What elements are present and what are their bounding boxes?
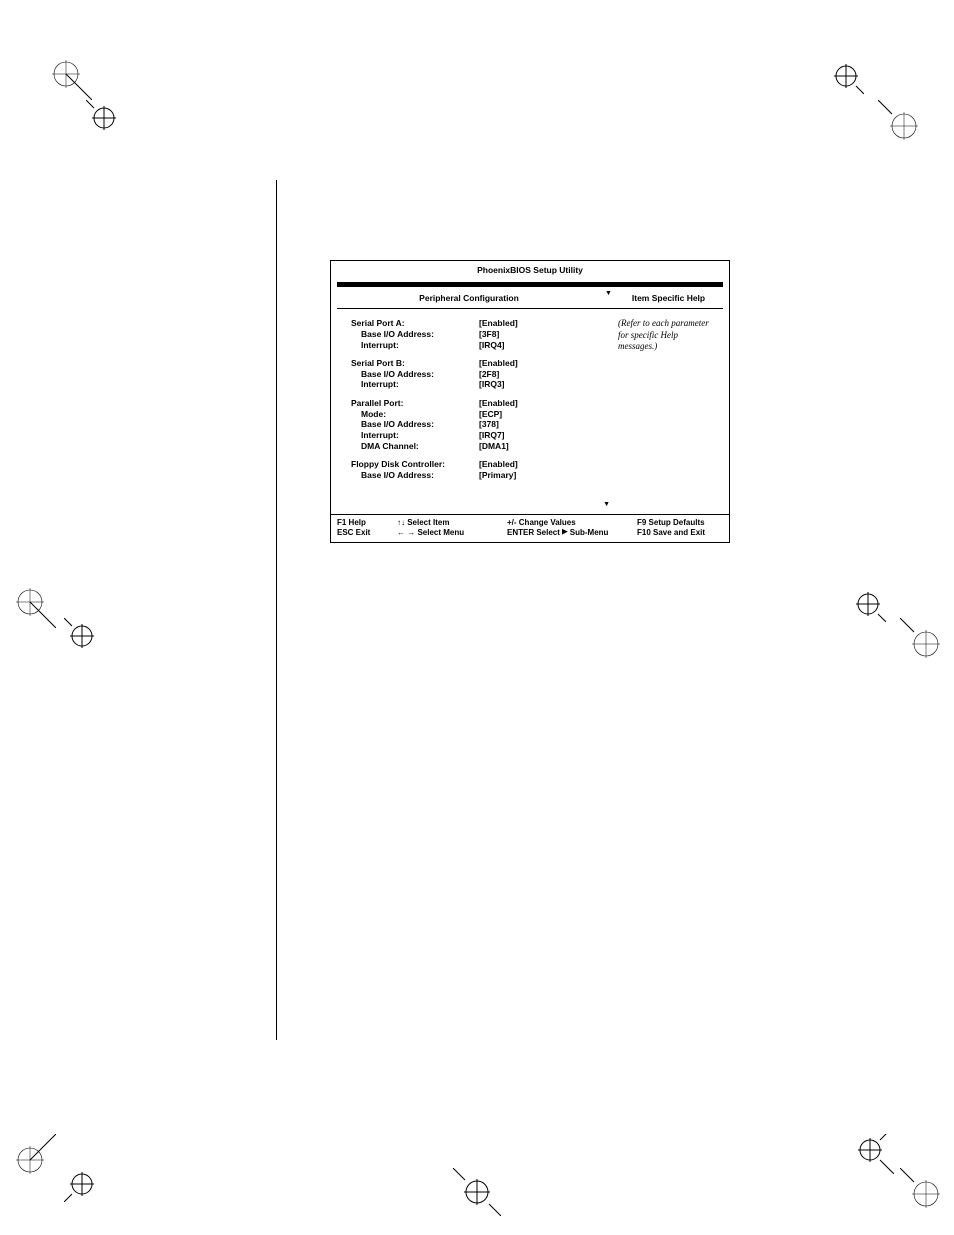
registration-mark	[64, 618, 98, 652]
setting-value[interactable]: [Enabled]	[479, 459, 518, 470]
hint-change-values: +/- Change Values	[507, 518, 637, 528]
setting-value[interactable]: [Enabled]	[479, 318, 518, 329]
help-header: Item Specific Help	[614, 290, 723, 307]
section-header: Peripheral Configuration	[337, 290, 601, 307]
setting-row[interactable]: Mode:[ECP]	[351, 409, 601, 420]
setting-label: Interrupt:	[351, 379, 479, 390]
setting-group: Serial Port B:[Enabled]Base I/O Address:…	[351, 358, 601, 390]
divider	[337, 308, 723, 309]
setting-row[interactable]: Serial Port A:[Enabled]	[351, 318, 601, 329]
setting-label: Base I/O Address:	[351, 470, 479, 481]
bios-title: PhoenixBIOS Setup Utility	[331, 261, 729, 282]
setting-label: Parallel Port:	[351, 398, 479, 409]
hint-esc: ESC Exit	[337, 528, 397, 538]
registration-mark	[16, 588, 56, 628]
hint-f9: F9 Setup Defaults	[637, 518, 723, 528]
setting-row[interactable]: Base I/O Address:[378]	[351, 419, 601, 430]
help-text: (Refer to each parameter for specific He…	[614, 312, 723, 508]
hint-f10: F10 Save and Exit	[637, 528, 723, 538]
registration-mark	[900, 1168, 940, 1208]
setting-value[interactable]: [ECP]	[479, 409, 502, 420]
setting-row[interactable]: Base I/O Address:[Primary]	[351, 470, 601, 481]
setting-row[interactable]: Parallel Port:[Enabled]	[351, 398, 601, 409]
setting-value[interactable]: [IRQ7]	[479, 430, 505, 441]
setting-group: Serial Port A:[Enabled]Base I/O Address:…	[351, 318, 601, 350]
registration-mark	[854, 1134, 894, 1174]
setting-label: Serial Port A:	[351, 318, 479, 329]
setting-label: Base I/O Address:	[351, 329, 479, 340]
setting-label: Mode:	[351, 409, 479, 420]
setting-value[interactable]: [3F8]	[479, 329, 499, 340]
bios-headers: Peripheral Configuration ▼ Item Specific…	[337, 290, 723, 307]
setting-row[interactable]: Base I/O Address:[3F8]	[351, 329, 601, 340]
setting-row[interactable]: DMA Channel:[DMA1]	[351, 441, 601, 452]
setting-value[interactable]: [378]	[479, 419, 499, 430]
setting-label: Interrupt:	[351, 430, 479, 441]
bios-body: Serial Port A:[Enabled]Base I/O Address:…	[337, 312, 723, 508]
hint-enter: ENTER Select ▶ Sub-Menu	[507, 528, 637, 538]
setting-label: Serial Port B:	[351, 358, 479, 369]
setting-label: Base I/O Address:	[351, 419, 479, 430]
setting-value[interactable]: [Primary]	[479, 470, 516, 481]
setting-label: Base I/O Address:	[351, 369, 479, 380]
setting-value[interactable]: [Enabled]	[479, 398, 518, 409]
setting-label: Floppy Disk Controller:	[351, 459, 479, 470]
setting-group: Floppy Disk Controller:[Enabled]Base I/O…	[351, 459, 601, 480]
setting-row[interactable]: Serial Port B:[Enabled]	[351, 358, 601, 369]
registration-mark	[878, 100, 918, 140]
setting-row[interactable]: Base I/O Address:[2F8]	[351, 369, 601, 380]
setting-row[interactable]: Floppy Disk Controller:[Enabled]	[351, 459, 601, 470]
setting-group: Parallel Port:[Enabled]Mode:[ECP]Base I/…	[351, 398, 601, 451]
setting-value[interactable]: [Enabled]	[479, 358, 518, 369]
divider	[337, 282, 723, 287]
registration-mark	[52, 60, 92, 100]
setting-row[interactable]: Interrupt:[IRQ4]	[351, 340, 601, 351]
setting-value[interactable]: [IRQ4]	[479, 340, 505, 351]
setting-value[interactable]: [DMA1]	[479, 441, 509, 452]
registration-mark	[852, 588, 886, 622]
page-divider	[276, 180, 277, 1040]
setting-label: DMA Channel:	[351, 441, 479, 452]
setting-value[interactable]: [2F8]	[479, 369, 499, 380]
setting-value[interactable]: [IRQ3]	[479, 379, 505, 390]
setting-row[interactable]: Interrupt:[IRQ3]	[351, 379, 601, 390]
column-separator: ▼	[605, 290, 610, 307]
registration-mark	[16, 1134, 56, 1174]
hint-select-item: ↑↓ Select Item	[397, 518, 507, 528]
registration-mark	[453, 1168, 501, 1216]
setting-label: Interrupt:	[351, 340, 479, 351]
setting-row[interactable]: Interrupt:[IRQ7]	[351, 430, 601, 441]
settings-list: Serial Port A:[Enabled]Base I/O Address:…	[337, 312, 601, 508]
registration-mark	[830, 60, 864, 94]
registration-mark	[86, 100, 120, 134]
column-separator: ▼	[605, 312, 610, 508]
bios-footer: F1 Help ↑↓ Select Item +/- Change Values…	[331, 514, 729, 542]
registration-mark	[64, 1168, 98, 1202]
registration-mark	[900, 618, 940, 658]
bios-panel: PhoenixBIOS Setup Utility Peripheral Con…	[330, 260, 730, 543]
hint-f1: F1 Help	[337, 518, 397, 528]
hint-select-menu: ← → Select Menu	[397, 528, 507, 538]
